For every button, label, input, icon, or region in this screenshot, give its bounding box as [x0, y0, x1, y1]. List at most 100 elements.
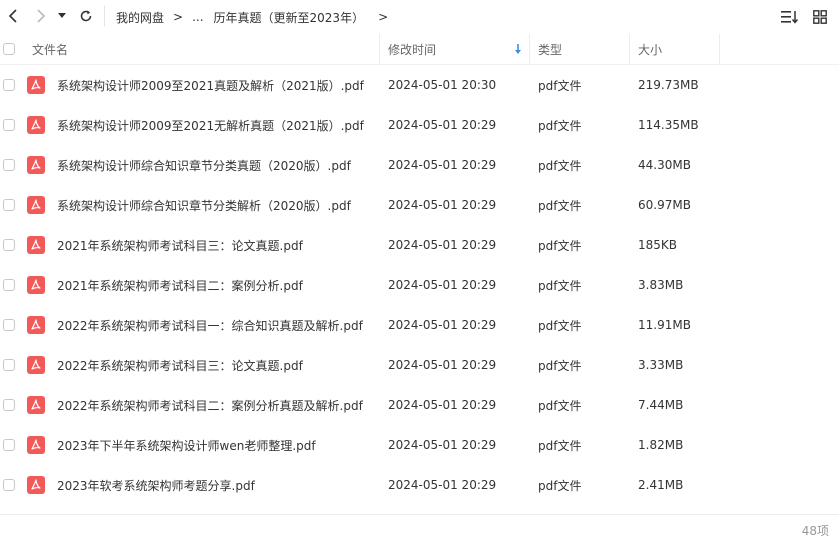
row-checkbox[interactable] — [3, 79, 15, 91]
file-type: pdf文件 — [538, 78, 582, 93]
file-modified: 2024-05-01 20:29 — [388, 398, 497, 412]
row-checkbox[interactable] — [3, 439, 15, 451]
file-type: pdf文件 — [538, 238, 582, 253]
breadcrumb-item-current[interactable]: 历年真题（更新至2023年） — [214, 9, 365, 26]
pdf-file-icon — [27, 476, 45, 494]
row-checkbox[interactable] — [3, 279, 15, 291]
view-tools — [779, 6, 831, 28]
file-name[interactable]: 2023年软考系统架构师考题分享.pdf — [57, 465, 255, 505]
file-name[interactable]: 系统架构设计师综合知识章节分类解析（2020版）.pdf — [57, 185, 351, 225]
pdf-file-icon — [27, 276, 45, 294]
row-checkbox[interactable] — [3, 239, 15, 251]
pdf-file-icon — [27, 156, 45, 174]
back-button[interactable] — [2, 5, 24, 27]
table-row[interactable]: 2021年系统架构师考试科目二：案例分析.pdf 2024-05-01 20:2… — [0, 265, 839, 305]
file-name[interactable]: 2022年系统架构师考试科目三：论文真题.pdf — [57, 345, 303, 385]
select-all-checkbox[interactable] — [3, 34, 15, 64]
pdf-file-icon — [27, 356, 45, 374]
pdf-file-icon — [27, 116, 45, 134]
file-type: pdf文件 — [538, 278, 582, 293]
file-size: 114.35MB — [638, 118, 699, 132]
column-divider[interactable] — [719, 34, 720, 64]
refresh-icon — [80, 10, 92, 22]
column-divider[interactable] — [529, 34, 530, 64]
file-size: 11.91MB — [638, 318, 691, 332]
column-size[interactable]: 大小 — [638, 34, 662, 64]
pdf-file-icon — [27, 316, 45, 334]
table-row[interactable]: 系统架构设计师综合知识章节分类解析（2020版）.pdf 2024-05-01 … — [0, 185, 839, 225]
file-type: pdf文件 — [538, 478, 582, 493]
file-size: 44.30MB — [638, 158, 691, 172]
file-name[interactable]: 系统架构设计师2009至2021真题及解析（2021版）.pdf — [57, 65, 364, 105]
toolbar: 我的网盘 > ... 历年真题（更新至2023年） > — [0, 0, 839, 34]
table-row[interactable]: 2021年系统架构师考试科目三：论文真题.pdf 2024-05-01 20:2… — [0, 225, 839, 265]
file-size: 60.97MB — [638, 198, 691, 212]
item-count: 48项 — [801, 524, 829, 538]
file-name[interactable]: 系统架构设计师综合知识章节分类真题（2020版）.pdf — [57, 145, 351, 185]
column-modified[interactable]: 修改时间 — [388, 34, 436, 64]
breadcrumb-item-ellipsis[interactable]: ... — [192, 10, 203, 24]
file-modified: 2024-05-01 20:29 — [388, 238, 497, 252]
table-row[interactable]: 2023年软考系统架构师考题分享.pdf 2024-05-01 20:29 pd… — [0, 465, 839, 505]
grid-view-icon — [813, 10, 827, 24]
file-type: pdf文件 — [538, 358, 582, 373]
file-modified: 2024-05-01 20:30 — [388, 78, 497, 92]
file-name[interactable]: 2021年系统架构师考试科目二：案例分析.pdf — [57, 265, 303, 305]
column-divider[interactable] — [629, 34, 630, 64]
file-name[interactable]: 系统架构设计师2009至2021无解析真题（2021版）.pdf — [57, 105, 364, 145]
status-bar: 48项 — [0, 514, 839, 539]
table-row[interactable]: 2023年下半年系统架构设计师wen老师整理.pdf 2024-05-01 20… — [0, 425, 839, 465]
table-row[interactable]: 系统架构设计师综合知识章节分类真题（2020版）.pdf 2024-05-01 … — [0, 145, 839, 185]
table-row[interactable]: 2022年系统架构师考试科目一：综合知识真题及解析.pdf 2024-05-01… — [0, 305, 839, 345]
checkbox[interactable] — [3, 43, 15, 55]
file-type: pdf文件 — [538, 398, 582, 413]
history-dropdown[interactable] — [54, 5, 70, 27]
file-type: pdf文件 — [538, 198, 582, 213]
row-checkbox[interactable] — [3, 159, 15, 171]
refresh-button[interactable] — [75, 5, 97, 27]
row-checkbox[interactable] — [3, 119, 15, 131]
pdf-file-icon — [27, 436, 45, 454]
toolbar-divider — [104, 6, 105, 26]
breadcrumb: 我的网盘 > ... 历年真题（更新至2023年） > — [116, 0, 397, 34]
table-row[interactable]: 2022年系统架构师考试科目二：案例分析真题及解析.pdf 2024-05-01… — [0, 385, 839, 425]
breadcrumb-expand-icon[interactable]: > — [378, 10, 388, 24]
file-list: 系统架构设计师2009至2021真题及解析（2021版）.pdf 2024-05… — [0, 65, 839, 505]
file-modified: 2024-05-01 20:29 — [388, 198, 497, 212]
file-size: 1.82MB — [638, 438, 684, 452]
row-checkbox[interactable] — [3, 479, 15, 491]
file-modified: 2024-05-01 20:29 — [388, 478, 497, 492]
file-size: 219.73MB — [638, 78, 699, 92]
sort-button[interactable] — [779, 6, 801, 28]
dropdown-icon — [58, 13, 66, 18]
file-modified: 2024-05-01 20:29 — [388, 118, 497, 132]
file-modified: 2024-05-01 20:29 — [388, 438, 497, 452]
breadcrumb-item-root[interactable]: 我的网盘 — [116, 9, 164, 26]
row-checkbox[interactable] — [3, 319, 15, 331]
row-checkbox[interactable] — [3, 359, 15, 371]
sort-desc-icon[interactable] — [514, 34, 522, 64]
column-divider[interactable] — [379, 34, 380, 64]
file-type: pdf文件 — [538, 118, 582, 133]
table-row[interactable]: 系统架构设计师2009至2021真题及解析（2021版）.pdf 2024-05… — [0, 65, 839, 105]
column-name[interactable]: 文件名 — [32, 34, 68, 64]
row-checkbox[interactable] — [3, 199, 15, 211]
file-name[interactable]: 2022年系统架构师考试科目一：综合知识真题及解析.pdf — [57, 305, 363, 345]
file-size: 7.44MB — [638, 398, 684, 412]
table-row[interactable]: 系统架构设计师2009至2021无解析真题（2021版）.pdf 2024-05… — [0, 105, 839, 145]
grid-view-button[interactable] — [809, 6, 831, 28]
pdf-file-icon — [27, 396, 45, 414]
forward-button[interactable] — [30, 5, 52, 27]
file-size: 2.41MB — [638, 478, 684, 492]
file-size: 3.33MB — [638, 358, 684, 372]
column-type[interactable]: 类型 — [538, 34, 562, 64]
pdf-file-icon — [27, 236, 45, 254]
pdf-file-icon — [27, 76, 45, 94]
table-row[interactable]: 2022年系统架构师考试科目三：论文真题.pdf 2024-05-01 20:2… — [0, 345, 839, 385]
row-checkbox[interactable] — [3, 399, 15, 411]
file-name[interactable]: 2021年系统架构师考试科目三：论文真题.pdf — [57, 225, 303, 265]
file-name[interactable]: 2023年下半年系统架构设计师wen老师整理.pdf — [57, 425, 316, 465]
file-modified: 2024-05-01 20:29 — [388, 358, 497, 372]
file-name[interactable]: 2022年系统架构师考试科目二：案例分析真题及解析.pdf — [57, 385, 363, 425]
file-modified: 2024-05-01 20:29 — [388, 318, 497, 332]
